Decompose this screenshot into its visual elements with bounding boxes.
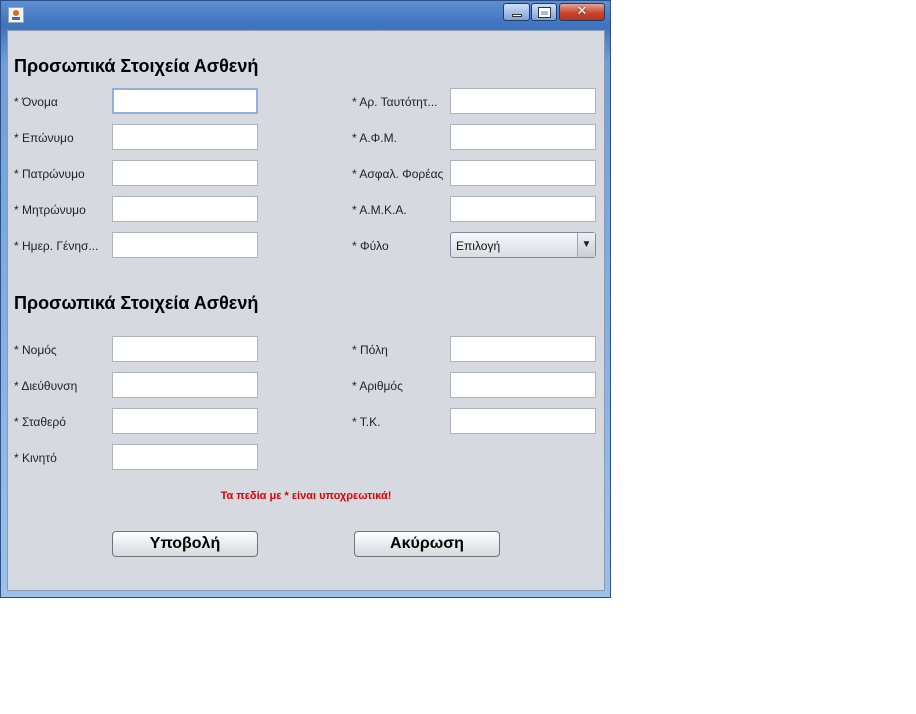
label-address: * Διεύθυνση (14, 379, 78, 393)
title-bar[interactable]: ✕ (1, 1, 610, 29)
city-field[interactable] (450, 336, 596, 362)
first-name-field[interactable] (112, 88, 258, 114)
label-first-name: * Όνομα (14, 95, 58, 109)
label-amka: * Α.Μ.Κ.Α. (352, 203, 407, 217)
minimize-button[interactable] (503, 3, 530, 21)
section-title-patient-info: Προσωπικά Στοιχεία Ασθενή (14, 56, 259, 76)
maximize-button[interactable] (531, 3, 557, 21)
father-name-field[interactable] (112, 160, 258, 186)
label-postal-code: * Τ.Κ. (352, 415, 381, 429)
required-fields-note: Τα πεδία με * είναι υποχρεωτικά! (220, 490, 392, 502)
mobile-field[interactable] (112, 444, 258, 470)
amka-field[interactable] (450, 196, 596, 222)
label-street-number: * Αριθμός (352, 379, 403, 393)
label-insurance: * Ασφαλ. Φορέας (352, 167, 444, 181)
mother-name-field[interactable] (112, 196, 258, 222)
label-father-name: * Πατρώνυμο (14, 167, 85, 181)
label-last-name: * Επώνυμο (14, 131, 74, 145)
label-mobile: * Κινητό (14, 451, 57, 465)
label-afm: * Α.Φ.Μ. (352, 131, 397, 145)
chevron-down-icon[interactable]: ▼ (577, 233, 595, 257)
label-gender: * Φύλο (352, 239, 389, 253)
street-number-field[interactable] (450, 372, 596, 398)
close-icon: ✕ (576, 4, 588, 19)
label-prefecture: * Νομός (14, 343, 57, 357)
prefecture-field[interactable] (112, 336, 258, 362)
java-app-icon (8, 7, 24, 23)
afm-field[interactable] (450, 124, 596, 150)
gender-select[interactable]: Επιλογή ▼ (450, 232, 596, 258)
label-city: * Πόλη (352, 343, 388, 357)
close-button[interactable]: ✕ (559, 3, 605, 21)
cancel-button[interactable]: Ακύρωση (354, 531, 500, 557)
address-field[interactable] (112, 372, 258, 398)
label-id-number: * Αρ. Ταυτότητ... (352, 95, 438, 109)
last-name-field[interactable] (112, 124, 258, 150)
id-number-field[interactable] (450, 88, 596, 114)
insurance-field[interactable] (450, 160, 596, 186)
submit-button[interactable]: Υποβολή (112, 531, 258, 557)
section-title-address: Προσωπικά Στοιχεία Ασθενή (14, 293, 259, 313)
label-mother-name: * Μητρώνυμο (14, 203, 86, 217)
gender-select-value: Επιλογή (456, 239, 501, 253)
landline-field[interactable] (112, 408, 258, 434)
label-landline: * Σταθερό (14, 415, 66, 429)
birth-date-field[interactable] (112, 232, 258, 258)
postal-code-field[interactable] (450, 408, 596, 434)
label-birth-date: * Ημερ. Γένησ... (14, 239, 99, 253)
